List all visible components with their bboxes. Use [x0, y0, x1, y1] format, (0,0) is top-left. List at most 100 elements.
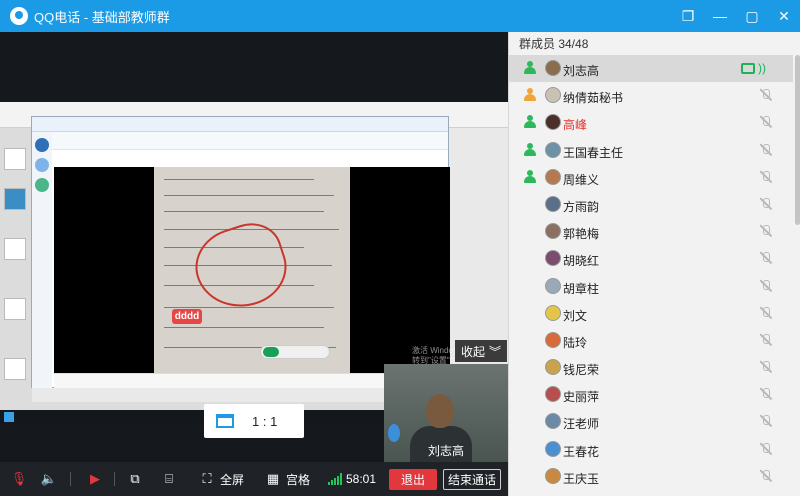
- shared-window-tabs: [32, 132, 448, 150]
- member-row[interactable]: 刘文: [509, 300, 793, 327]
- handwriting-line: [164, 307, 334, 308]
- member-row[interactable]: 郭艳梅: [509, 218, 793, 245]
- grid-view-button[interactable]: ▦ 宫格: [264, 462, 310, 496]
- fullscreen-button[interactable]: ⛶ 全屏: [198, 462, 244, 496]
- member-name: 王庆玉: [563, 471, 600, 486]
- share-screen-button[interactable]: ⧉: [126, 462, 144, 496]
- avatar: [35, 158, 49, 172]
- collapse-button[interactable]: 收起 ︾: [455, 340, 507, 362]
- member-row[interactable]: 周维义: [509, 164, 793, 191]
- mic-toggle[interactable]: 🎙: [10, 462, 28, 496]
- maximize-button[interactable]: ▢: [736, 0, 768, 32]
- red-annotation-circle: [185, 215, 297, 319]
- member-row[interactable]: 王庆玉: [509, 463, 793, 490]
- avatar: [545, 141, 561, 158]
- avatar: [35, 178, 49, 192]
- camera-toggle[interactable]: ▶: [86, 462, 104, 496]
- mic-muted-icon: [759, 333, 773, 347]
- member-name: 王春花: [563, 444, 600, 459]
- avatar: [545, 277, 561, 294]
- avatar: [545, 331, 561, 348]
- avatar: [545, 386, 561, 403]
- end-call-button[interactable]: 结束通话: [443, 469, 501, 490]
- title-bar: QQ电话 - 基础部教师群 ❐ — ▢ ✕: [0, 0, 800, 32]
- member-row[interactable]: 汪老师: [509, 408, 793, 435]
- annotation-label: dddd: [172, 309, 202, 324]
- handwriting-line: [164, 211, 324, 212]
- handwritten-paper: [154, 167, 350, 373]
- grid-label: 宫格: [286, 472, 311, 487]
- mic-muted-icon: [759, 306, 773, 320]
- mic-muted-icon: [759, 414, 773, 428]
- member-row[interactable]: 史丽萍: [509, 381, 793, 408]
- presenter-button[interactable]: ⌸: [160, 462, 178, 496]
- zoom-control: [260, 345, 330, 359]
- slide-thumbnail: [4, 148, 26, 170]
- member-row[interactable]: 方雨韵: [509, 191, 793, 218]
- divider: [70, 472, 71, 486]
- exit-button[interactable]: 退出: [389, 469, 437, 490]
- window-title: QQ电话 - 基础部教师群: [34, 9, 170, 25]
- mic-muted-icon: [759, 360, 773, 374]
- slide-thumbnail: [4, 298, 26, 320]
- aspect-ratio-toggle[interactable]: 1 : 1: [204, 404, 304, 438]
- camera-object: [388, 424, 400, 442]
- mic-muted-icon: [759, 197, 773, 211]
- handwriting-line: [164, 327, 324, 328]
- avatar: [545, 114, 561, 131]
- member-name: 周维义: [563, 172, 600, 187]
- member-name: 方雨韵: [563, 199, 600, 214]
- share-screen-icon: ⧉: [130, 471, 140, 486]
- mic-muted-icon: [759, 224, 773, 238]
- admin-badge-icon: [523, 115, 537, 129]
- member-name: 史丽萍: [563, 390, 600, 405]
- speaker-toggle[interactable]: 🔈: [40, 462, 58, 496]
- zoom-indicator: [263, 347, 279, 357]
- member-row[interactable]: 纳倩茹秘书: [509, 82, 793, 109]
- avatar: [545, 413, 561, 430]
- shared-window-top: [32, 117, 448, 132]
- homework-photo: [54, 167, 450, 373]
- avatar: [35, 138, 49, 152]
- camera-name-label: 刘志高: [428, 444, 465, 458]
- member-row[interactable]: 钱尼荣: [509, 354, 793, 381]
- windows-start-icon: [4, 412, 14, 422]
- avatar: [545, 60, 561, 76]
- restore-icon[interactable]: ❐: [672, 0, 704, 32]
- member-row[interactable]: 王春花: [509, 436, 793, 463]
- member-row[interactable]: 胡章柱: [509, 273, 793, 300]
- handwriting-line: [164, 195, 334, 196]
- mic-muted-icon: [759, 442, 773, 456]
- owner-badge-icon: [523, 88, 537, 102]
- member-name: 陆玲: [563, 335, 588, 350]
- mic-muted-icon: [759, 170, 773, 184]
- member-list-scrollbar[interactable]: [795, 55, 800, 225]
- avatar: [545, 87, 561, 104]
- member-row[interactable]: 胡晓红: [509, 245, 793, 272]
- member-name: 纳倩茹秘书: [563, 91, 624, 106]
- window-icon: [216, 414, 234, 428]
- admin-badge-icon: [523, 169, 537, 184]
- minimize-button[interactable]: —: [704, 0, 736, 32]
- slide-thumbnail: [4, 358, 26, 380]
- close-button[interactable]: ✕: [768, 0, 800, 32]
- member-row[interactable]: 刘志高)): [509, 55, 793, 83]
- avatar: [545, 359, 561, 376]
- member-row[interactable]: 王国春主任: [509, 137, 793, 164]
- slide-thumbnail: [4, 188, 26, 210]
- admin-badge-icon: [523, 142, 537, 157]
- member-name: 刘志高: [563, 64, 600, 78]
- avatar: [545, 440, 561, 457]
- avatar: [545, 223, 561, 240]
- camera-preview[interactable]: 刘志高: [384, 364, 508, 462]
- shared-qq-window: [31, 116, 450, 388]
- fullscreen-label: 全屏: [220, 472, 245, 487]
- admin-badge-icon: [523, 61, 537, 75]
- mic-muted-icon: [759, 279, 773, 293]
- member-row[interactable]: 高峰: [509, 109, 793, 136]
- member-name: 钱尼荣: [563, 363, 600, 378]
- shared-window-sidebar: [32, 132, 52, 388]
- member-row[interactable]: 陆玲: [509, 327, 793, 354]
- mic-muted-icon: [759, 251, 773, 265]
- ratio-label: 1 : 1: [252, 413, 278, 429]
